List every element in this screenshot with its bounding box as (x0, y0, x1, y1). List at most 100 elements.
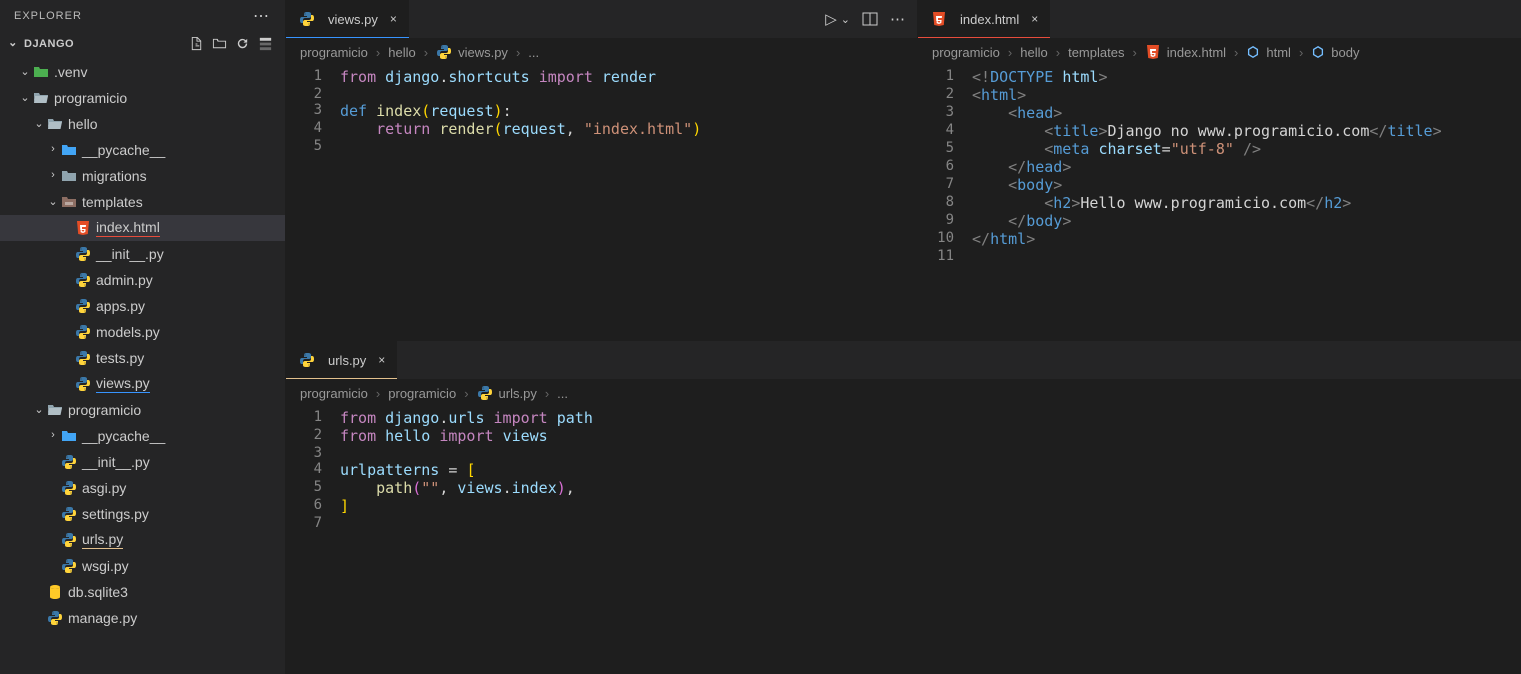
code-line[interactable]: 1from django.urls import path (286, 409, 1521, 427)
code-line[interactable]: 11 (918, 248, 1521, 264)
breadcrumb-item[interactable]: index.html (1145, 44, 1226, 60)
code-line[interactable]: 2 (286, 86, 917, 102)
tree-item-views-py[interactable]: views.py (0, 371, 285, 397)
chevron-down-icon[interactable]: ⌄ (32, 117, 46, 130)
line-number: 3 (286, 102, 340, 120)
tree-item-apps-py[interactable]: apps.py (0, 293, 285, 319)
breadcrumb-item[interactable]: hello (388, 45, 415, 60)
breadcrumb-item[interactable]: programicio (300, 45, 368, 60)
close-icon[interactable]: × (1031, 12, 1038, 26)
project-name[interactable]: DJANGO (24, 38, 74, 50)
line-number: 1 (286, 68, 340, 86)
tree-item-label: __init__.py (82, 454, 150, 470)
chevron-right-icon[interactable]: › (46, 169, 60, 181)
python-icon (298, 11, 316, 27)
tree-item-__pycache__[interactable]: ›__pycache__ (0, 423, 285, 449)
tree-item-__init__-py[interactable]: __init__.py (0, 449, 285, 475)
code-line[interactable]: 8 <h2>Hello www.programicio.com</h2> (918, 194, 1521, 212)
run-icon[interactable]: ▷ (825, 10, 837, 28)
tree-item-urls-py[interactable]: urls.py (0, 527, 285, 553)
tree-item-asgi-py[interactable]: asgi.py (0, 475, 285, 501)
folder-open-icon (46, 402, 64, 418)
collapse-icon[interactable] (258, 36, 273, 51)
code-line[interactable]: 3 (286, 445, 1521, 461)
code-line[interactable]: 3 <head> (918, 104, 1521, 122)
line-content: <body> (972, 176, 1062, 194)
code-line[interactable]: 6] (286, 497, 1521, 515)
chevron-right-icon[interactable]: › (46, 429, 60, 441)
tree-item-programicio[interactable]: ⌄programicio (0, 85, 285, 111)
code-line[interactable]: 4 <title>Django no www.programicio.com</… (918, 122, 1521, 140)
tree-item--venv[interactable]: ⌄.venv (0, 59, 285, 85)
breadcrumb-item[interactable]: templates (1068, 45, 1124, 60)
split-icon[interactable] (862, 11, 878, 27)
code-line[interactable]: 7 (286, 515, 1521, 531)
tree-item-programicio[interactable]: ⌄programicio (0, 397, 285, 423)
tree-item-settings-py[interactable]: settings.py (0, 501, 285, 527)
tree-item-index-html[interactable]: index.html (0, 215, 285, 241)
breadcrumb-item[interactable]: programicio (388, 386, 456, 401)
breadcrumb-item[interactable]: ... (528, 45, 539, 60)
code-line[interactable]: 2<html> (918, 86, 1521, 104)
tab-views-py[interactable]: views.py × (286, 0, 410, 38)
tab-urls-py[interactable]: urls.py × (286, 341, 398, 379)
explorer-more-icon[interactable]: ⋯ (253, 6, 271, 26)
line-number: 2 (918, 86, 972, 104)
code-line[interactable]: 7 <body> (918, 176, 1521, 194)
code-line[interactable]: 5 path("", views.index), (286, 479, 1521, 497)
code-line[interactable]: 5 <meta charset="utf-8" /> (918, 140, 1521, 158)
tree-item-migrations[interactable]: ›migrations (0, 163, 285, 189)
code-line[interactable]: 1<!DOCTYPE html> (918, 68, 1521, 86)
breadcrumb-item[interactable]: programicio (300, 386, 368, 401)
code-line[interactable]: 10</html> (918, 230, 1521, 248)
folder-py-icon (60, 142, 78, 158)
refresh-icon[interactable] (235, 36, 250, 51)
breadcrumb-item[interactable]: ... (557, 386, 568, 401)
tree-item-label: templates (82, 194, 143, 210)
code-line[interactable]: 5 (286, 138, 917, 154)
new-file-icon[interactable] (189, 36, 204, 51)
chevron-down-icon[interactable]: ⌄ (32, 403, 46, 416)
run-dropdown-icon[interactable]: ⌄ (841, 13, 850, 26)
breadcrumb-item[interactable]: html (1246, 45, 1291, 60)
chevron-right-icon: › (545, 386, 549, 401)
tree-item-db-sqlite3[interactable]: db.sqlite3 (0, 579, 285, 605)
tree-item-tests-py[interactable]: tests.py (0, 345, 285, 371)
breadcrumb-item[interactable]: urls.py (477, 385, 537, 401)
tree-item-wsgi-py[interactable]: wsgi.py (0, 553, 285, 579)
line-content: from django.urls import path (340, 409, 593, 427)
breadcrumb-item[interactable]: hello (1020, 45, 1047, 60)
close-icon[interactable]: × (378, 353, 385, 367)
tree-item-models-py[interactable]: models.py (0, 319, 285, 345)
chevron-down-icon[interactable]: ⌄ (46, 195, 60, 208)
code-line[interactable]: 9 </body> (918, 212, 1521, 230)
line-number: 4 (286, 120, 340, 138)
tab-index-html[interactable]: index.html × (918, 0, 1051, 38)
breadcrumb-item[interactable]: body (1311, 45, 1359, 60)
more-icon[interactable]: ⋯ (890, 10, 905, 28)
code-line[interactable]: 6 </head> (918, 158, 1521, 176)
line-number: 7 (286, 515, 340, 531)
chevron-down-icon[interactable]: ⌄ (18, 65, 32, 78)
code-line[interactable]: 4urlpatterns = [ (286, 461, 1521, 479)
tree-item-templates[interactable]: ⌄ templates (0, 189, 285, 215)
tree-item-admin-py[interactable]: admin.py (0, 267, 285, 293)
code-line[interactable]: 4 return render(request, "index.html") (286, 120, 917, 138)
code-line[interactable]: 2from hello import views (286, 427, 1521, 445)
code-line[interactable]: 1from django.shortcuts import render (286, 68, 917, 86)
close-icon[interactable]: × (390, 12, 397, 26)
py-icon (60, 532, 78, 548)
tree-item-manage-py[interactable]: manage.py (0, 605, 285, 631)
line-content: return render(request, "index.html") (340, 120, 701, 138)
tree-item-__pycache__[interactable]: ›__pycache__ (0, 137, 285, 163)
chevron-down-icon[interactable]: ⌄ (6, 36, 20, 49)
chevron-right-icon[interactable]: › (46, 143, 60, 155)
tree-item-__init__-py[interactable]: __init__.py (0, 241, 285, 267)
chevron-down-icon[interactable]: ⌄ (18, 91, 32, 104)
breadcrumb-item[interactable]: views.py (436, 44, 508, 60)
new-folder-icon[interactable] (212, 36, 227, 51)
tree-item-hello[interactable]: ⌄hello (0, 111, 285, 137)
py-icon (74, 298, 92, 314)
breadcrumb-item[interactable]: programicio (932, 45, 1000, 60)
code-line[interactable]: 3def index(request): (286, 102, 917, 120)
